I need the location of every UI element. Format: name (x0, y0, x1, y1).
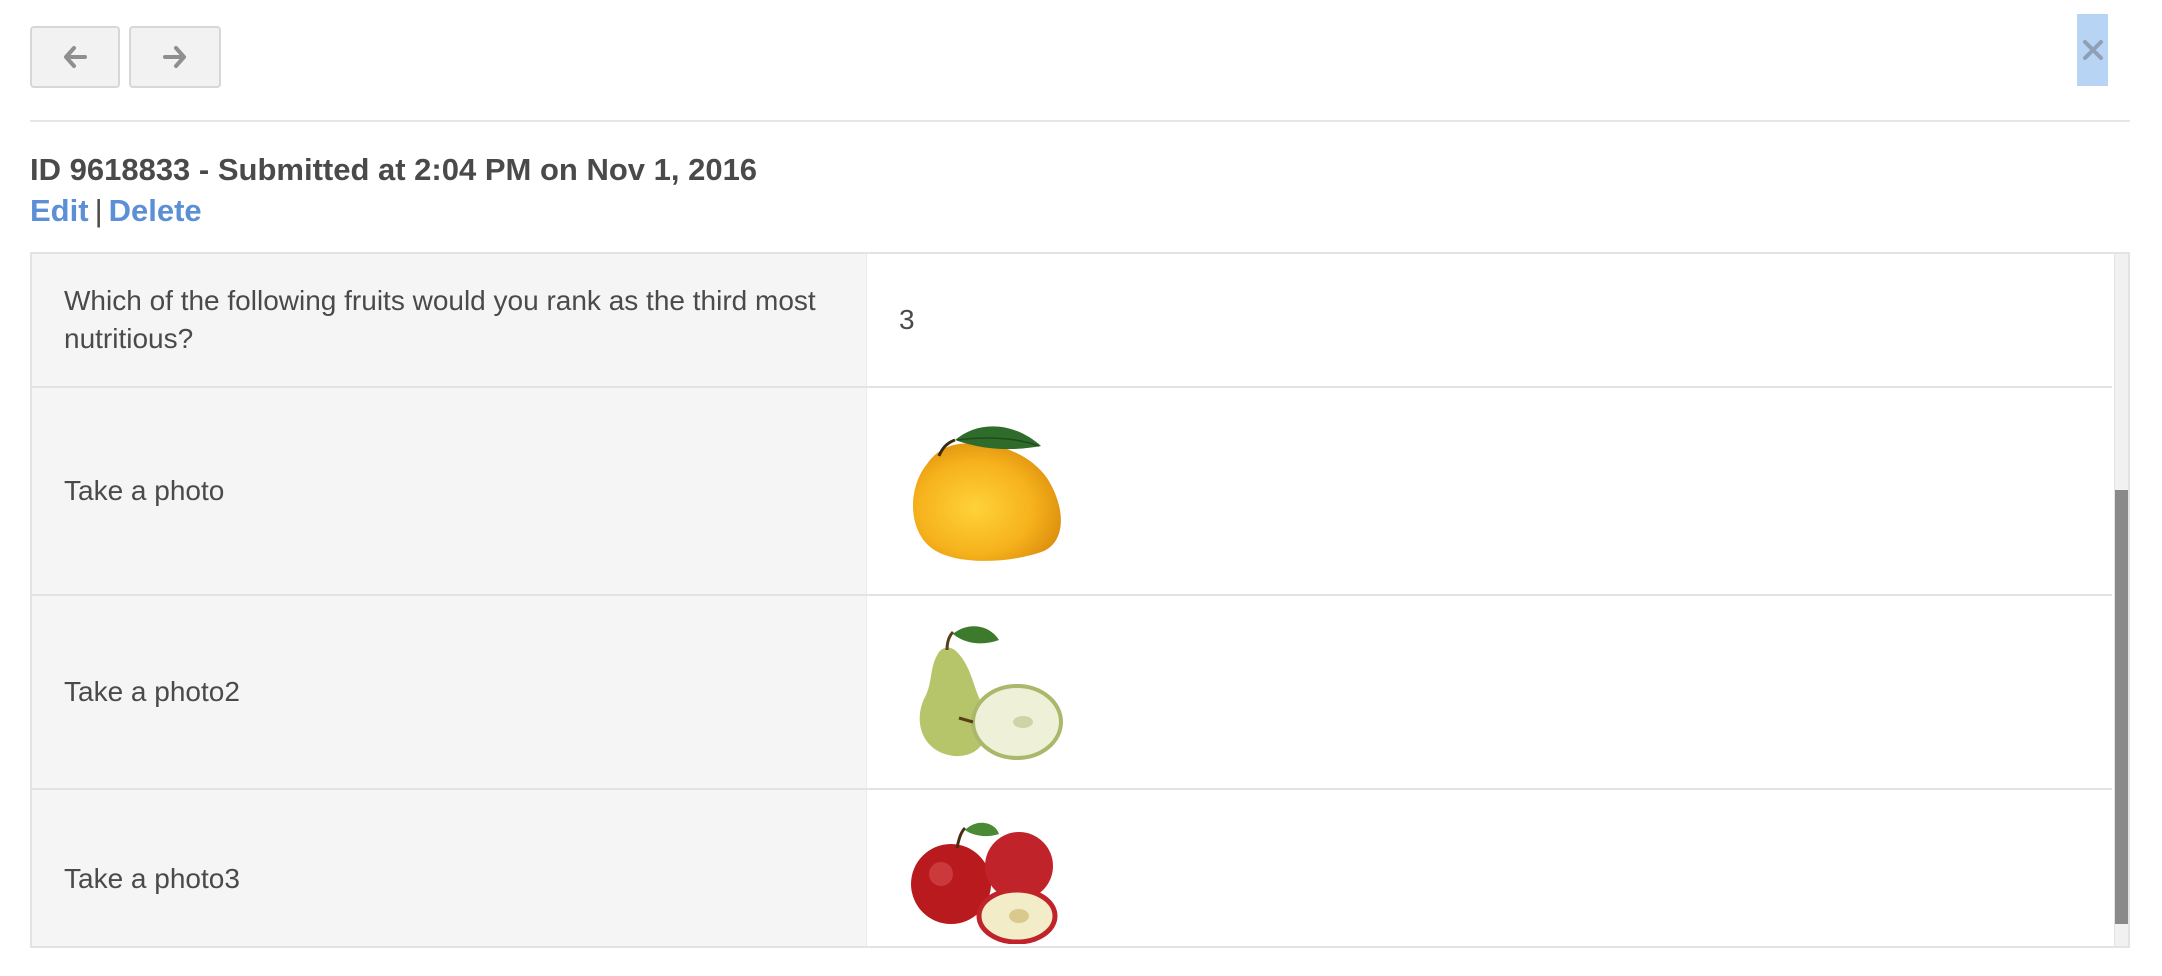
question-label: Take a photo2 (64, 676, 240, 707)
previous-button[interactable] (30, 26, 120, 88)
action-separator: | (94, 193, 103, 228)
submission-actions: Edit | Delete (30, 193, 202, 229)
edit-link[interactable]: Edit (30, 193, 89, 228)
answer-cell (866, 388, 2112, 594)
arrow-left-icon (64, 46, 87, 68)
answer-cell (866, 790, 2112, 946)
table-row: Which of the following fruits would you … (32, 254, 2112, 388)
pear-photo[interactable] (899, 622, 1069, 762)
answer-cell: 3 (866, 254, 2112, 386)
table-row: Take a photo3 (32, 790, 2112, 946)
close-icon (2082, 40, 2103, 60)
mango-photo[interactable] (899, 416, 1069, 566)
header-divider (30, 120, 2130, 122)
question-cell: Which of the following fruits would you … (32, 254, 866, 386)
question-label: Take a photo (64, 475, 225, 506)
next-button[interactable] (129, 26, 221, 88)
answer-value: 3 (899, 304, 915, 335)
question-label: Which of the following fruits would you … (64, 285, 816, 354)
responses-table[interactable]: Which of the following fruits would you … (30, 252, 2130, 948)
arrow-right-icon (163, 46, 186, 68)
submission-detail-page: ID 9618833 - Submitted at 2:04 PM on Nov… (0, 0, 2162, 976)
scrollbar-thumb[interactable] (2115, 490, 2128, 924)
question-cell: Take a photo2 (32, 596, 866, 788)
page-title: ID 9618833 - Submitted at 2:04 PM on Nov… (30, 152, 758, 187)
question-cell: Take a photo (32, 388, 866, 594)
close-button[interactable] (2077, 14, 2108, 86)
question-label: Take a photo3 (64, 863, 240, 894)
table-row: Take a photo (32, 388, 2112, 596)
apples-photo[interactable] (899, 814, 1069, 944)
delete-link[interactable]: Delete (109, 193, 202, 228)
table-row: Take a photo2 (32, 596, 2112, 790)
answer-cell (866, 596, 2112, 788)
question-cell: Take a photo3 (32, 790, 866, 946)
